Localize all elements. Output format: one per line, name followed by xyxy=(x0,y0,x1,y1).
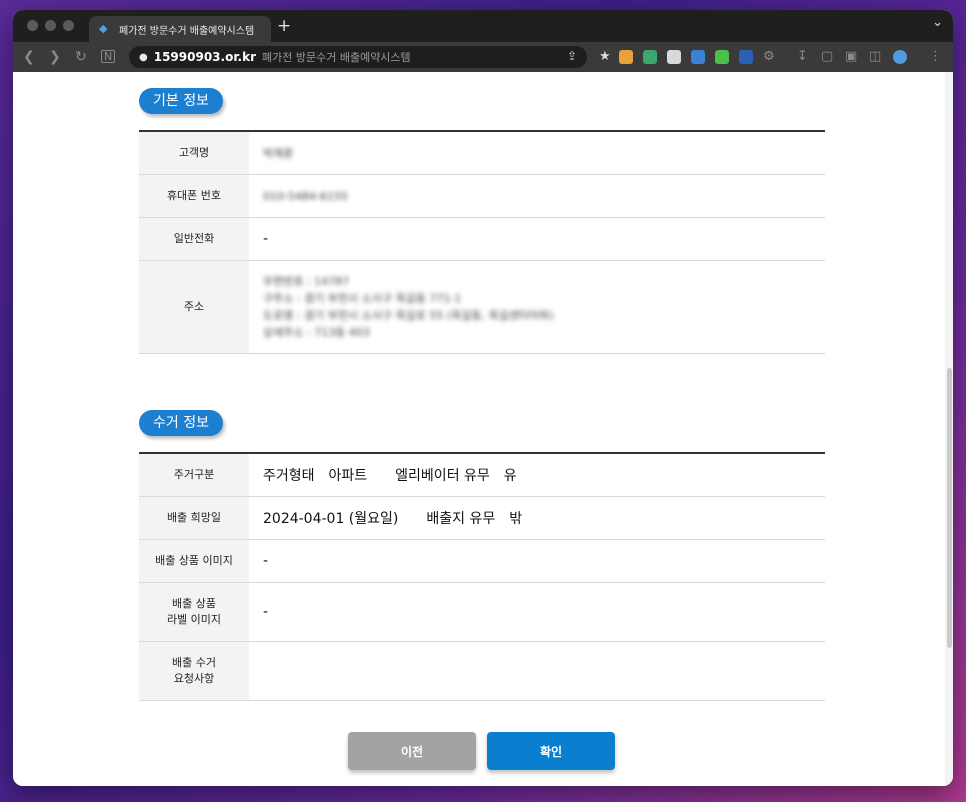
reload-icon[interactable]: ↻ xyxy=(75,49,87,65)
basic-info-table: 고객명 박재훈 휴대폰 번호 010-5484-6155 일반전화 - 주소 우… xyxy=(139,130,825,354)
page-content: 기본 정보 고객명 박재훈 휴대폰 번호 010-5484-6155 일반전화 … xyxy=(13,72,953,786)
share-icon[interactable]: ⇪ xyxy=(567,49,577,63)
scrollbar-thumb[interactable] xyxy=(947,368,952,648)
request-value xyxy=(249,642,825,700)
extension-3-icon[interactable] xyxy=(667,50,681,64)
desired-date: 2024-04-01 (월요일) xyxy=(263,511,399,527)
landline-value: - xyxy=(263,231,269,247)
lock-icon: ● xyxy=(139,51,148,63)
residence-type-key: 주거형태 xyxy=(263,468,315,484)
mobile-number-value: 010-5484-6155 xyxy=(263,189,348,203)
back-icon[interactable]: ❮ xyxy=(23,49,35,65)
scrollbar[interactable] xyxy=(945,72,953,786)
address-value: 우편번호 : 14787 구주소 : 경기 부천시 소사구 옥길동 771-1 … xyxy=(249,261,825,353)
table-row: 주거구분 주거형태 아파트 엘리베이터 유무 유 xyxy=(139,454,825,497)
disposal-place-value: 밖 xyxy=(509,511,523,527)
product-image-value: - xyxy=(263,553,269,569)
row-label: 주소 xyxy=(139,261,249,353)
customer-name-value: 박재훈 xyxy=(263,147,294,160)
browser-window: ◆ 폐가전 방문수거 배출예약시스템 + ⌄ ❮ ❯ ↻ N ● 1599090… xyxy=(13,10,953,786)
menu-kebab-icon[interactable]: ⋮ xyxy=(929,49,942,64)
table-row: 배출 상품 이미지 - xyxy=(139,540,825,583)
extension-2-icon[interactable] xyxy=(643,50,657,64)
row-label-line: 배출 상품 xyxy=(172,597,216,610)
maximize-window-button[interactable] xyxy=(63,20,74,31)
residence-type-value: 아파트 xyxy=(328,468,368,484)
reader-mode-icon[interactable]: N xyxy=(101,50,116,63)
table-row: 배출 상품 라벨 이미지 - xyxy=(139,583,825,642)
row-label: 배출 수거 요청사항 xyxy=(139,642,249,700)
address-line: 우편번호 : 14787 xyxy=(263,275,350,288)
extension-1-icon[interactable] xyxy=(619,50,633,64)
address-line: 상세주소 : 713동 403 xyxy=(263,326,370,339)
extension-4-icon[interactable] xyxy=(691,50,705,64)
row-label: 배출 상품 라벨 이미지 xyxy=(139,583,249,641)
bookmark-star-icon[interactable]: ★ xyxy=(599,49,611,64)
row-label: 일반전화 xyxy=(139,218,249,260)
label-image-value: - xyxy=(263,604,269,620)
row-label-line: 라벨 이미지 xyxy=(166,613,222,626)
address-bar[interactable]: ● 15990903.or.kr 폐가전 방문수거 배출예약시스템 ⇪ xyxy=(129,46,587,68)
row-label: 배출 상품 이미지 xyxy=(139,540,249,582)
address-host: 15990903.or.kr xyxy=(153,50,256,64)
prev-button[interactable]: 이전 xyxy=(348,732,476,770)
table-row: 고객명 박재훈 xyxy=(139,132,825,175)
table-row: 배출 수거 요청사항 xyxy=(139,642,825,701)
residence-value: 주거형태 아파트 엘리베이터 유무 유 xyxy=(249,454,825,496)
pickup-date-value: 2024-04-01 (월요일) 배출지 유무 밖 xyxy=(249,497,825,539)
minimize-window-button[interactable] xyxy=(45,20,56,31)
profile-avatar[interactable] xyxy=(893,50,907,64)
basic-info-heading: 기본 정보 xyxy=(139,88,223,114)
row-label: 배출 희망일 xyxy=(139,497,249,539)
pickup-info-table: 주거구분 주거형태 아파트 엘리베이터 유무 유 배출 희망일 2024-04-… xyxy=(139,452,825,701)
row-label: 주거구분 xyxy=(139,454,249,496)
address-line: 도로명 : 경기 부천시 소사구 옥길로 55 (옥길동, 옥길센터아파) xyxy=(263,309,554,322)
browser-tab[interactable]: ◆ 폐가전 방문수거 배출예약시스템 xyxy=(89,16,271,42)
table-row: 배출 희망일 2024-04-01 (월요일) 배출지 유무 밖 xyxy=(139,497,825,540)
new-tab-button[interactable]: + xyxy=(277,16,291,36)
disposal-place-key: 배출지 유무 xyxy=(426,511,496,527)
confirm-button[interactable]: 확인 xyxy=(487,732,615,770)
forward-icon[interactable]: ❯ xyxy=(49,49,61,65)
browser-toolbar: ❮ ❯ ↻ N ● 15990903.or.kr 폐가전 방문수거 배출예약시스… xyxy=(13,42,953,72)
extension-5-icon[interactable] xyxy=(715,50,729,64)
row-label: 휴대폰 번호 xyxy=(139,175,249,217)
pickup-info-heading: 수거 정보 xyxy=(139,410,223,436)
address-line: 구주소 : 경기 부천시 소사구 옥길동 771-1 xyxy=(263,292,462,305)
row-label-line: 배출 수거 xyxy=(172,656,216,669)
elevator-key: 엘리베이터 유무 xyxy=(395,468,490,484)
extension-6-icon[interactable] xyxy=(739,50,753,64)
table-row: 휴대폰 번호 010-5484-6155 xyxy=(139,175,825,218)
table-row: 일반전화 - xyxy=(139,218,825,261)
download-icon[interactable]: ↧ xyxy=(797,49,808,64)
tab-strip: ◆ 폐가전 방문수거 배출예약시스템 + ⌄ xyxy=(13,10,953,42)
row-label: 고객명 xyxy=(139,132,249,174)
tab-title: 폐가전 방문수거 배출예약시스템 xyxy=(119,25,255,37)
table-row: 주소 우편번호 : 14787 구주소 : 경기 부천시 소사구 옥길동 771… xyxy=(139,261,825,354)
tab-search-chevron-icon[interactable]: ⌄ xyxy=(932,15,943,30)
cast-icon[interactable]: ▢ xyxy=(821,49,833,64)
address-page-title: 폐가전 방문수거 배출예약시스템 xyxy=(262,51,411,64)
site-favicon-icon: ◆ xyxy=(99,22,108,35)
elevator-value: 유 xyxy=(503,468,517,484)
close-window-button[interactable] xyxy=(27,20,38,31)
row-label-line: 요청사항 xyxy=(173,672,215,685)
sidebar-icon[interactable]: ◫ xyxy=(869,49,881,64)
extensions-puzzle-icon[interactable]: ⚙ xyxy=(763,49,775,64)
screenshot-icon[interactable]: ▣ xyxy=(845,49,857,64)
